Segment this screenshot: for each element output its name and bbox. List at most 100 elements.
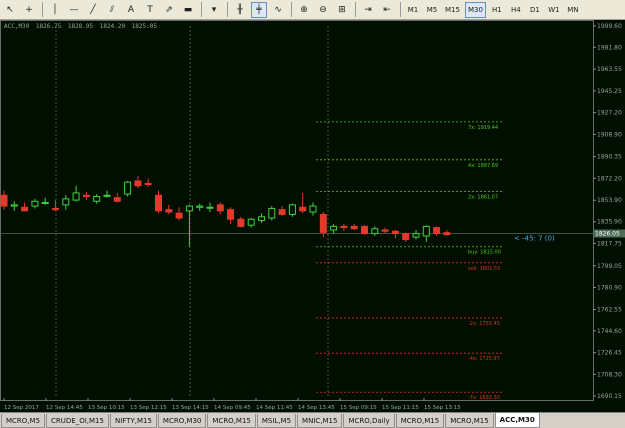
target-level-label: 4x: 1887.69 xyxy=(468,163,498,169)
toolbar-separator xyxy=(400,2,401,17)
timeframe-mn-button[interactable]: MN xyxy=(565,2,581,18)
tile-windows-icon[interactable]: ⊞ xyxy=(334,2,350,18)
price-tick-label: 1708.30 xyxy=(597,371,622,378)
candle-body xyxy=(31,200,39,207)
channel-icon[interactable]: ⫽ xyxy=(104,2,120,18)
candle-body xyxy=(62,198,70,206)
price-tick-label: 1945.25 xyxy=(597,88,622,95)
candle-body xyxy=(340,225,348,229)
candle-body xyxy=(196,205,204,208)
toolbar-separator xyxy=(227,2,228,17)
candlestick-chart-svg[interactable]: 1999.60 1981.80 1963.55 1945.25 1927.20 1908.… xyxy=(0,20,625,412)
candle-body xyxy=(185,205,193,212)
price-tick-label: 1872.20 xyxy=(597,175,622,182)
candle-body xyxy=(309,205,317,213)
timeframe-h1-button[interactable]: H1 xyxy=(489,2,505,18)
candle-body xyxy=(144,182,152,186)
cursor-icon[interactable]: ↖ xyxy=(2,2,18,18)
candle-body xyxy=(422,225,430,237)
chart-shift-icon[interactable]: ⇤ xyxy=(379,2,395,18)
time-tick-label: 14 Sep 09:45 xyxy=(214,405,251,411)
price-tick-label: 1780.90 xyxy=(597,284,622,291)
timeframe-h4-button[interactable]: H4 xyxy=(508,2,524,18)
chart-tab[interactable]: MCRO,M15 xyxy=(207,414,256,428)
bar-chart-icon[interactable]: ╫ xyxy=(232,2,248,18)
toolbar-separator xyxy=(201,2,202,17)
text-icon[interactable]: A xyxy=(123,2,139,18)
time-tick-label: 14 Sep 11:45 xyxy=(256,405,293,411)
timeframe-m30-button[interactable]: M30 xyxy=(464,1,486,18)
zoom-in-icon[interactable]: ⊕ xyxy=(296,2,312,18)
candle-body xyxy=(268,207,276,219)
candle-body xyxy=(361,225,368,235)
chart-tab[interactable]: MCRO,M30 xyxy=(157,414,207,428)
price-tick-label: 1817.75 xyxy=(597,240,622,247)
toolbar-separator xyxy=(42,2,43,17)
target-level-label: 2x: 1861.07 xyxy=(468,195,498,201)
arrow-tool-icon[interactable]: ⇗ xyxy=(161,2,177,18)
candle-body xyxy=(175,212,183,219)
autoscroll-icon[interactable]: ⇥ xyxy=(360,2,376,18)
candle-body xyxy=(165,209,173,213)
candle-body xyxy=(134,180,142,187)
candle-body xyxy=(258,216,265,221)
price-tick-label: 1908.90 xyxy=(597,131,622,138)
chart-type-icon[interactable]: ▬ xyxy=(180,2,196,18)
timeframe-m15-button[interactable]: M15 xyxy=(443,2,462,18)
time-tick-label: 15 Sep 13:15 xyxy=(424,405,461,411)
chart-tab[interactable]: MNIC,M15 xyxy=(297,414,343,428)
price-tick-label: 1981.80 xyxy=(597,44,622,51)
price-tick-label: 1890.35 xyxy=(597,154,622,161)
timeframe-w1-button[interactable]: W1 xyxy=(546,2,562,18)
candle-body xyxy=(206,206,214,209)
chart-tab[interactable]: ACC,M30 xyxy=(494,413,540,428)
price-tick-label: 1853.90 xyxy=(597,197,622,204)
dropdown-icon[interactable]: ▾ xyxy=(206,2,222,18)
toolbar-separator xyxy=(355,2,356,17)
candle-body xyxy=(216,204,224,212)
candle-body xyxy=(391,230,399,235)
time-tick-label: 15 Sep 09:15 xyxy=(340,405,377,411)
line-chart-icon[interactable]: ∿ xyxy=(270,2,286,18)
chart-tab[interactable]: MCRO,M15 xyxy=(445,414,494,428)
timeframe-m5-button[interactable]: M5 xyxy=(424,2,440,18)
symbol-label: ACC,M30 xyxy=(4,23,30,30)
zoom-out-icon[interactable]: ⊖ xyxy=(315,2,331,18)
target-level-label: 7x: 1919.44 xyxy=(468,125,498,131)
horizontal-line-icon[interactable]: — xyxy=(66,2,82,18)
candle-body xyxy=(52,207,59,211)
time-tick-label: 15 Sep 11:15 xyxy=(382,405,419,411)
text-label-icon[interactable]: T xyxy=(142,2,158,18)
timeframe-m1-button[interactable]: M1 xyxy=(405,2,421,18)
chart-tab[interactable]: CRUDE_OI,M15 xyxy=(46,414,109,428)
chart-tabs-bar: MCRO,M5 CRUDE_OI,M15 NIFTY,M15 MCRO,M30 MCRO… xyxy=(0,412,625,428)
target-level-label: sell: 1801.55 xyxy=(468,266,500,272)
chart-tab[interactable]: MSIL,M5 xyxy=(256,414,297,428)
candle-body xyxy=(21,206,29,212)
chart-tab[interactable]: NIFTY,M15 xyxy=(109,414,157,428)
target-level-label: -2x: 1755.45 xyxy=(468,321,500,327)
vertical-line-icon[interactable]: │ xyxy=(47,2,63,18)
price-chart[interactable]: 1999.60 1981.80 1963.55 1945.25 1927.20 1908.… xyxy=(0,20,625,412)
chart-tab[interactable]: MCRO,M15 xyxy=(395,414,445,428)
price-tick-label: 1744.60 xyxy=(597,328,622,335)
chart-tab[interactable]: MCRO,Daily xyxy=(343,414,395,428)
terminal-window: ↖ + │ — ╱ ⫽ A T ⇗ ▬ ▾ ╫ ╪ ∿ ⊕ ⊖ ⊞ ⇥ ⇤ M1 M5 M15 M30 H1 H4 D1 W1 MN … xyxy=(0,0,625,428)
candlestick-icon[interactable]: ╪ xyxy=(251,1,267,18)
close-value: 1825.05 xyxy=(131,23,157,30)
open-value: 1826.75 xyxy=(35,23,62,30)
chart-tab[interactable]: MCRO,M5 xyxy=(1,414,46,428)
time-tick-label: 14 Sep 13:45 xyxy=(298,405,335,411)
low-value: 1824.20 xyxy=(99,23,126,30)
price-tick-label: 1963.55 xyxy=(597,66,622,73)
candle-body xyxy=(278,209,286,215)
timeframe-d1-button[interactable]: D1 xyxy=(527,2,543,18)
candle-body xyxy=(227,209,235,220)
target-level-label: -7x: 1693.30 xyxy=(468,395,500,401)
candle-body xyxy=(319,213,327,233)
crosshair-icon[interactable]: + xyxy=(21,2,37,18)
trendline-icon[interactable]: ╱ xyxy=(85,2,101,18)
toolbar-separator xyxy=(291,2,292,17)
chart-toolbar: ↖ + │ — ╱ ⫽ A T ⇗ ▬ ▾ ╫ ╪ ∿ ⊕ ⊖ ⊞ ⇥ ⇤ M1 M5 M15 M30 H1 H4 D1 W1 MN xyxy=(0,0,625,20)
current-price-label: 1826.05 xyxy=(595,231,620,238)
